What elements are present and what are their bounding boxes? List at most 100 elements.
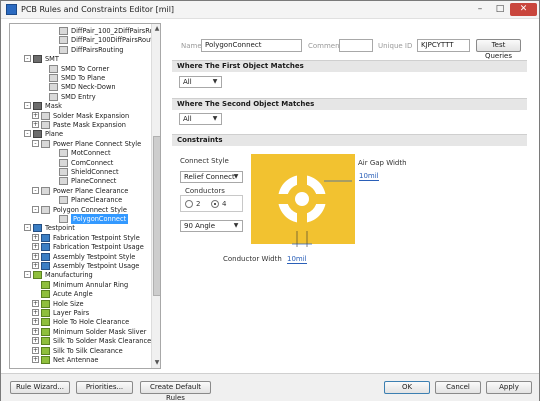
apply-button[interactable]: Apply xyxy=(486,381,532,394)
conductors-label: Conductors xyxy=(185,187,225,195)
mfg-rule-icon xyxy=(41,299,50,308)
tree-item-label: SMT xyxy=(45,55,59,64)
thermal-relief-diagram xyxy=(251,154,355,247)
cat-rule-icon xyxy=(33,102,42,111)
chevron-down-icon: ▼ xyxy=(212,78,218,85)
second-match-select[interactable]: All ▼ xyxy=(179,113,222,125)
name-field[interactable]: PolygonConnect xyxy=(201,39,302,52)
rule-rule-icon xyxy=(49,64,58,73)
rule-rule-icon xyxy=(59,27,68,35)
collapse-icon[interactable]: - xyxy=(24,55,31,63)
first-match-value: All xyxy=(183,78,192,86)
collapse-icon[interactable]: - xyxy=(24,102,31,110)
comment-field[interactable] xyxy=(339,39,373,52)
drill-hole xyxy=(295,192,309,206)
name-label: Name xyxy=(181,42,202,50)
rule-rule-icon xyxy=(41,186,50,195)
rule-rule-icon xyxy=(59,215,68,223)
scroll-down-icon[interactable]: ▼ xyxy=(152,358,160,368)
ok-button[interactable]: OK xyxy=(384,381,430,394)
chevron-down-icon: ▼ xyxy=(233,222,239,229)
rule-rule-icon xyxy=(59,45,68,54)
create-default-rules-button[interactable]: Create Default Rules xyxy=(140,381,211,402)
conductors-4-label: 4 xyxy=(222,200,227,208)
second-match-heading: Where The Second Object Matches xyxy=(172,98,527,110)
conductors-group: 2 4 xyxy=(180,195,243,212)
scroll-thumb[interactable] xyxy=(153,136,160,296)
first-match-select[interactable]: All ▼ xyxy=(179,76,222,88)
unique-id-field[interactable]: KJPCYTTT xyxy=(417,39,470,52)
expand-icon[interactable]: + xyxy=(32,243,39,251)
rule-detail-panel: Name PolygonConnect Comment Unique ID KJ… xyxy=(172,33,527,369)
comment-label: Comment xyxy=(308,42,343,50)
cat-rule-icon xyxy=(33,55,42,64)
cancel-button[interactable]: Cancel xyxy=(435,381,481,394)
tree-item-label: Paste Mask Expansion xyxy=(53,121,126,129)
test-rule-icon xyxy=(41,262,50,270)
mfg-rule-icon xyxy=(41,356,50,364)
conductor-width-value[interactable]: 10mil xyxy=(287,255,307,264)
mfg-rule-icon xyxy=(33,271,42,280)
rules-tree[interactable]: DiffPair_100_2DiffPairsRout DiffPair_100D… xyxy=(9,23,161,369)
collapse-icon[interactable]: - xyxy=(24,271,31,279)
collapse-icon[interactable]: - xyxy=(24,224,31,232)
expand-icon[interactable]: + xyxy=(32,299,39,307)
collapse-icon[interactable]: - xyxy=(32,139,39,147)
angle-select[interactable]: 90 Angle ▼ xyxy=(180,220,243,232)
rule-rule-icon xyxy=(49,92,58,101)
expand-icon[interactable]: + xyxy=(32,327,39,335)
second-match-value: All xyxy=(183,115,192,123)
mfg-rule-icon xyxy=(41,290,50,299)
expand-icon[interactable]: + xyxy=(32,121,39,128)
cat-rule-icon xyxy=(33,130,42,139)
connect-style-value: Relief Connect xyxy=(184,173,235,181)
tree-scrollbar[interactable]: ▲ ▼ xyxy=(151,24,160,368)
priorities-button[interactable]: Priorities... xyxy=(76,381,133,394)
test-rule-icon xyxy=(33,224,42,233)
tree-item-label: DiffPairsRouting xyxy=(71,45,124,54)
conductor-width-label: Conductor Width xyxy=(223,255,282,263)
close-button[interactable]: ✕ xyxy=(510,3,537,16)
rule-rule-icon xyxy=(59,177,68,186)
collapse-icon[interactable]: - xyxy=(32,205,39,213)
test-queries-button[interactable]: Test Queries xyxy=(476,39,521,60)
angle-value: 90 Angle xyxy=(184,222,216,230)
conductors-2-label: 2 xyxy=(196,200,201,208)
expand-icon[interactable]: + xyxy=(32,356,39,363)
collapse-icon[interactable]: - xyxy=(32,186,39,194)
rule-rule-icon xyxy=(59,196,68,205)
expand-icon[interactable]: + xyxy=(32,262,39,269)
air-gap-value[interactable]: 10mil xyxy=(359,172,379,181)
expand-icon[interactable]: + xyxy=(32,309,39,316)
connect-style-label: Connect Style xyxy=(180,157,229,165)
rule-rule-icon xyxy=(59,158,68,167)
mfg-rule-icon xyxy=(41,327,50,336)
maximize-button[interactable]: □ xyxy=(491,3,509,16)
app-icon xyxy=(6,4,17,15)
tree-item-label: SMD Entry xyxy=(61,92,96,101)
expand-icon[interactable]: + xyxy=(32,337,39,345)
mfg-rule-icon xyxy=(41,280,50,289)
unique-id-label: Unique ID xyxy=(378,42,413,50)
tree-item-label: Net Antennae xyxy=(53,356,99,364)
rule-rule-icon xyxy=(59,36,68,45)
expand-icon[interactable]: + xyxy=(32,111,39,119)
rule-rule-icon xyxy=(49,83,58,92)
collapse-icon[interactable]: - xyxy=(24,130,31,138)
scroll-up-icon[interactable]: ▲ xyxy=(152,24,160,34)
expand-icon[interactable]: + xyxy=(32,346,39,354)
rule-rule-icon xyxy=(41,121,50,129)
connect-style-select[interactable]: Relief Connect ▼ xyxy=(180,171,243,183)
mfg-rule-icon xyxy=(41,309,50,317)
chevron-down-icon: ▼ xyxy=(212,115,218,122)
rule-wizard-button[interactable]: Rule Wizard... xyxy=(10,381,70,394)
conductors-2-radio[interactable] xyxy=(185,200,193,208)
conductors-4-radio[interactable] xyxy=(211,200,219,208)
minimize-button[interactable]: – xyxy=(471,3,489,16)
rule-rule-icon xyxy=(59,149,68,158)
rule-rule-icon xyxy=(49,74,58,82)
expand-icon[interactable]: + xyxy=(32,252,39,260)
expand-icon[interactable]: + xyxy=(32,233,39,241)
test-rule-icon xyxy=(41,243,50,252)
expand-icon[interactable]: + xyxy=(32,318,39,326)
